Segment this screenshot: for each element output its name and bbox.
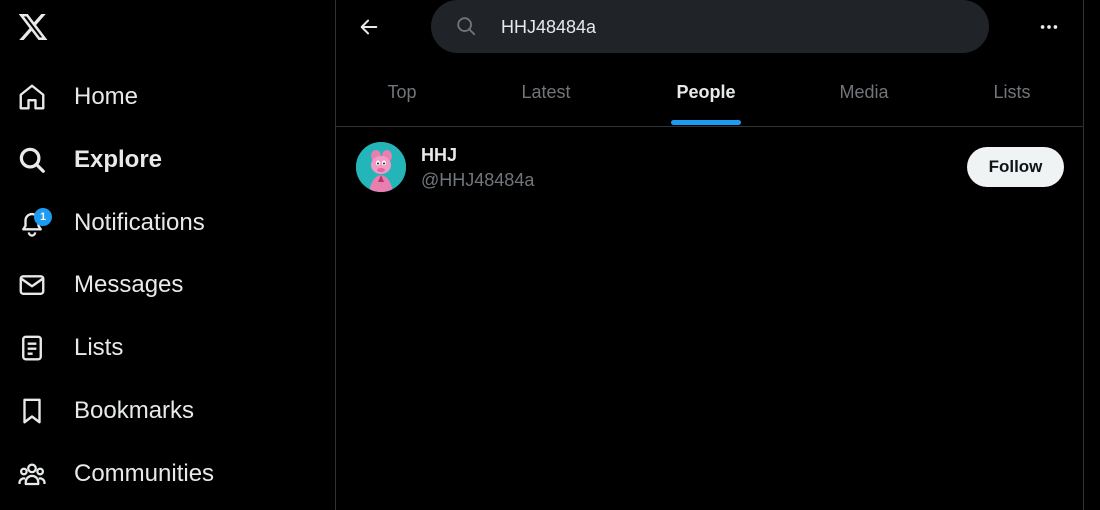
search-icon [16,144,48,176]
tab-media[interactable]: Media [826,58,902,126]
search-icon [455,15,477,37]
tab-latest[interactable]: Latest [506,58,586,126]
nav-explore-label: Explore [74,146,163,173]
nav-home[interactable]: Home [0,72,180,122]
user-display-name[interactable]: HHJ [421,145,457,166]
nav-bookmarks[interactable]: Bookmarks [0,386,220,436]
notification-badge: 1 [34,208,52,226]
home-icon [16,81,48,113]
right-divider [1083,0,1084,510]
nav-lists[interactable]: Lists [0,323,150,373]
search-bar[interactable] [431,0,989,53]
avatar[interactable] [356,142,406,192]
nav-bookmarks-label: Bookmarks [74,397,195,424]
search-input[interactable] [501,14,961,40]
more-horizontal-icon [1040,25,1058,29]
x-logo-icon[interactable] [15,9,51,45]
user-result-row[interactable]: HHJ @HHJ48484a Follow [336,127,1083,207]
bookmark-icon [16,395,48,427]
search-tabs: Top Latest People Media Lists [336,58,1083,126]
list-icon [16,332,48,364]
nav-lists-label: Lists [74,334,124,361]
main-column: Top Latest People Media Lists HHJ @HHJ48 [336,0,1083,510]
nav-notifications[interactable]: 1 Notifications [0,198,240,248]
envelope-icon [16,269,48,301]
tab-top[interactable]: Top [369,58,435,126]
nav-messages[interactable]: Messages [0,260,210,310]
nav-messages-label: Messages [74,271,184,298]
active-tab-indicator [671,120,741,125]
nav-explore[interactable]: Explore [0,135,180,185]
user-handle: @HHJ48484a [421,170,535,190]
nav-home-label: Home [74,83,139,110]
tab-people[interactable]: People [664,58,748,126]
tab-lists[interactable]: Lists [982,58,1042,126]
follow-button[interactable]: Follow [967,147,1064,187]
nav-notifications-label: Notifications [74,209,205,236]
people-icon [16,458,48,490]
back-button[interactable] [353,11,385,43]
sidebar: Home Explore 1 Notifications Messages Li… [0,0,335,510]
arrow-left-icon [360,19,378,35]
nav-communities-label: Communities [74,460,215,487]
more-options-button[interactable] [1033,11,1065,43]
nav-communities[interactable]: Communities [0,449,240,499]
